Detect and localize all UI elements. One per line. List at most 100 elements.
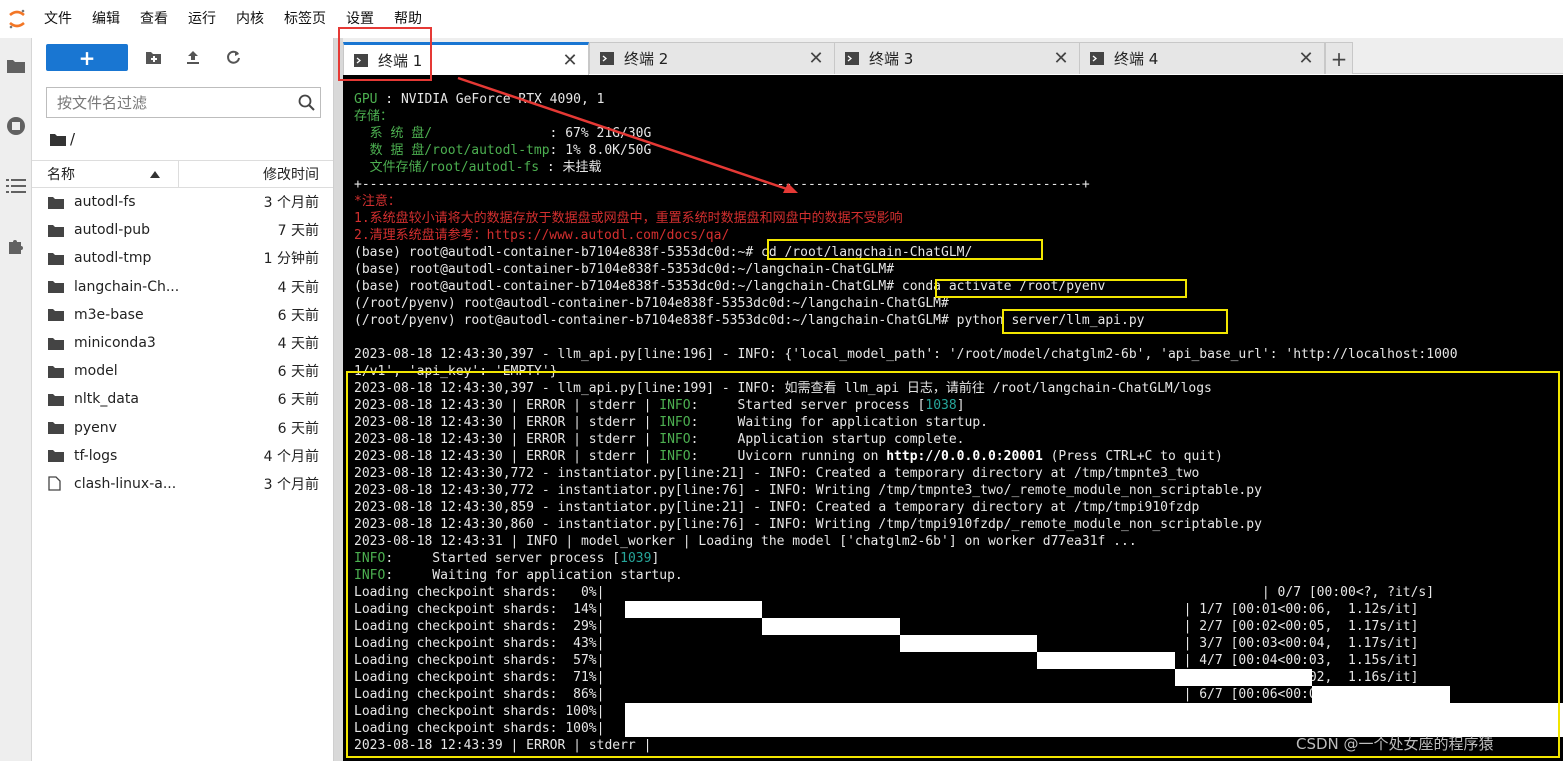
- file-modified: 7 天前: [277, 223, 319, 240]
- cd-command-highlight: [767, 239, 1043, 260]
- file-name: pyenv: [74, 419, 117, 436]
- file-name: miniconda3: [74, 335, 156, 352]
- file-name: autodl-tmp: [74, 250, 152, 267]
- terminal-icon: [1090, 52, 1104, 65]
- terminal-segment: 2.清理系统盘请参考：https://www.autodl.com/docs/q…: [354, 228, 730, 243]
- file-row[interactable]: autodl-fs 3 个月前: [32, 188, 333, 216]
- terminal-line: (base) root@autodl-container-b7104e838f-…: [354, 261, 1458, 278]
- folder-icon: [48, 280, 64, 294]
- terminal-line: +---------------------------------------…: [354, 176, 1458, 193]
- refresh-icon[interactable]: [218, 44, 248, 71]
- file-filter-input[interactable]: [47, 88, 292, 117]
- terminal-line: *注意：: [354, 193, 1458, 210]
- file-name: autodl-fs: [74, 194, 136, 211]
- breadcrumb: /: [50, 130, 75, 148]
- file-name: autodl-pub: [74, 222, 150, 239]
- file-modified: 4 天前: [277, 336, 319, 353]
- tab-terminal-4[interactable]: 终端 4 ✕: [1079, 42, 1325, 74]
- terminal-line: GPU : NVIDIA GeForce RTX 4090, 1: [354, 91, 1458, 108]
- folder-icon: [48, 392, 64, 406]
- menu-file[interactable]: 文件: [34, 0, 82, 38]
- file-modified: 4 天前: [277, 279, 319, 296]
- add-tab-button[interactable]: +: [1325, 42, 1353, 74]
- close-icon[interactable]: ✕: [1294, 48, 1318, 69]
- tab-terminal-3[interactable]: 终端 3 ✕: [834, 42, 1080, 74]
- menu-view[interactable]: 查看: [130, 0, 178, 38]
- terminal-line: (/root/pyenv) root@autodl-container-b710…: [354, 295, 1458, 312]
- menu-tabs[interactable]: 标签页: [274, 0, 336, 38]
- file-modified: 4 个月前: [263, 448, 319, 465]
- file-filter-box: [46, 87, 321, 118]
- file-modified: 3 个月前: [263, 195, 319, 212]
- terminal-icon: [600, 52, 614, 65]
- running-icon[interactable]: [4, 114, 28, 138]
- tab-terminal-2[interactable]: 终端 2 ✕: [589, 42, 835, 74]
- file-row[interactable]: langchain-Ch... 4 天前: [32, 273, 333, 301]
- menu-edit[interactable]: 编辑: [82, 0, 130, 38]
- file-row[interactable]: autodl-pub 7 天前: [32, 216, 333, 244]
- file-row[interactable]: miniconda3 4 天前: [32, 329, 333, 357]
- folder-icon[interactable]: [4, 54, 28, 78]
- name-column-label: 名称: [47, 167, 75, 183]
- file-row[interactable]: autodl-tmp 1 分钟前: [32, 244, 333, 272]
- tab-label: 终端 2: [624, 50, 669, 68]
- terminal-segment: : 67% 21G/30G: [432, 126, 652, 141]
- terminal-line: (base) root@autodl-container-b7104e838f-…: [354, 278, 1458, 295]
- file-icon: [48, 476, 64, 492]
- terminal-line: 数 据 盘/root/autodl-tmp: 1% 8.0K/50G: [354, 142, 1458, 159]
- file-modified: 6 天前: [277, 392, 319, 409]
- terminal-segment: *注意：: [354, 194, 401, 209]
- folder-icon: [48, 336, 64, 350]
- toc-icon[interactable]: [4, 174, 28, 198]
- terminal-segment: : 1% 8.0K/50G: [549, 143, 652, 158]
- file-row[interactable]: tf-logs 4 个月前: [32, 442, 333, 470]
- new-folder-icon[interactable]: [138, 44, 168, 71]
- file-row[interactable]: pyenv 6 天前: [32, 414, 333, 442]
- terminal-segment: 1.系统盘较小请将大的数据存放于数据盘或网盘中，重置系统时数据盘和网盘中的数据不…: [354, 211, 903, 226]
- upload-icon[interactable]: [178, 44, 208, 71]
- search-icon[interactable]: [292, 94, 320, 111]
- file-name: clash-linux-a...: [74, 475, 177, 492]
- terminal-line: 2023-08-18 12:43:30,397 - llm_api.py[lin…: [354, 346, 1458, 363]
- file-name: model: [74, 363, 118, 380]
- extension-icon[interactable]: [4, 234, 28, 258]
- file-modified: 6 天前: [277, 307, 319, 324]
- menu-run[interactable]: 运行: [178, 0, 226, 38]
- conda-command-highlight: [935, 279, 1187, 298]
- terminal-segment: +---------------------------------------…: [354, 177, 1090, 192]
- file-row[interactable]: m3e-base 6 天前: [32, 301, 333, 329]
- file-modified: 1 分钟前: [263, 251, 319, 268]
- terminal-line: (/root/pyenv) root@autodl-container-b710…: [354, 312, 1458, 329]
- new-launcher-button[interactable]: +: [46, 44, 128, 71]
- tab-highlight-box: [338, 27, 432, 81]
- jupyter-logo-icon: [0, 0, 34, 38]
- file-list-header: 名称 修改时间: [32, 160, 333, 188]
- tab-label: 终端 3: [869, 50, 914, 68]
- file-name: nltk_data: [74, 391, 139, 408]
- name-column-header[interactable]: 名称: [32, 161, 179, 187]
- close-icon[interactable]: ✕: [1049, 48, 1073, 69]
- terminal-line: 存储：: [354, 108, 1458, 125]
- folder-icon: [48, 364, 64, 378]
- close-icon[interactable]: ✕: [804, 48, 828, 69]
- file-modified: 3 个月前: [263, 476, 319, 493]
- panel-resize-handle[interactable]: [334, 38, 343, 761]
- terminal-segment: 数 据 盘/root/autodl-tmp: [354, 143, 550, 158]
- terminal-segment: : NVIDIA GeForce RTX 4090, 1: [377, 92, 605, 107]
- file-list: autodl-fs 3 个月前 autodl-pub 7 天前 autodl-tmp 1 …: [32, 188, 333, 498]
- sort-ascending-icon: [150, 170, 160, 178]
- menu-kernel[interactable]: 内核: [226, 0, 274, 38]
- file-row[interactable]: model 6 天前: [32, 357, 333, 385]
- terminal-segment: 存储：: [354, 109, 394, 124]
- watermark: CSDN @一个处女座的程序猿: [1296, 735, 1494, 753]
- folder-icon[interactable]: [50, 133, 66, 146]
- file-row[interactable]: clash-linux-a... 3 个月前: [32, 470, 333, 498]
- breadcrumb-root[interactable]: /: [70, 130, 75, 148]
- close-icon[interactable]: ✕: [558, 50, 582, 71]
- terminal-segment: (base) root@autodl-container-b7104e838f-…: [354, 262, 895, 277]
- modified-column-header[interactable]: 修改时间: [179, 164, 333, 184]
- file-row[interactable]: nltk_data 6 天前: [32, 385, 333, 413]
- terminal-segment: (/root/pyenv) root@autodl-container-b710…: [354, 296, 949, 311]
- folder-icon: [48, 308, 64, 322]
